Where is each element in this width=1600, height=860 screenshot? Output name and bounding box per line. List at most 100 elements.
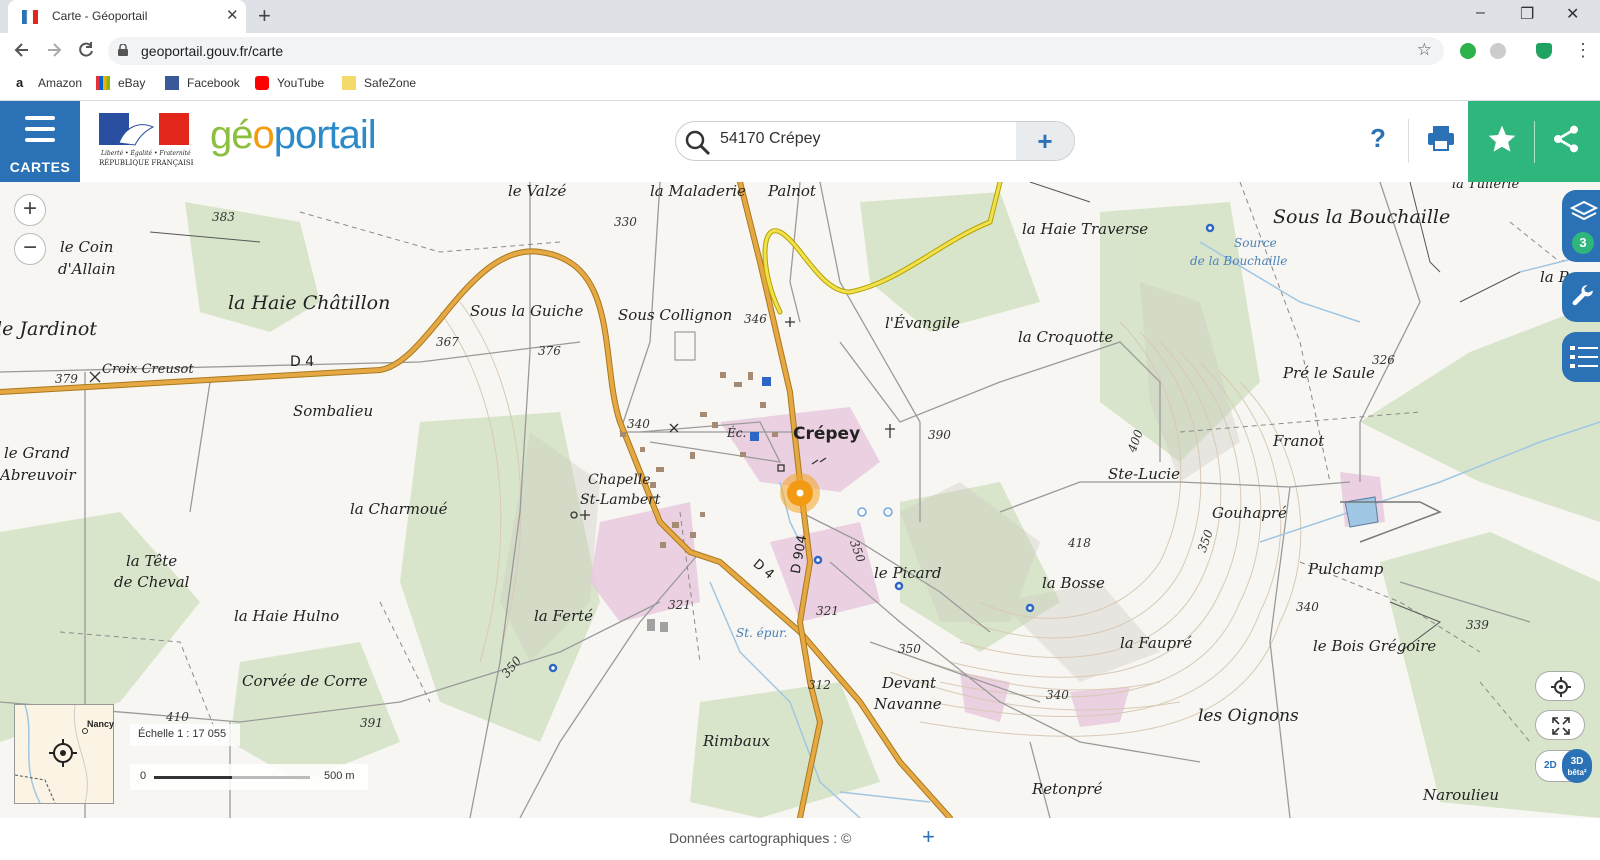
- altitude-label: 330: [614, 215, 637, 229]
- tab-close-icon[interactable]: ✕: [226, 6, 239, 24]
- browser-tab[interactable]: Carte - Géoportail ✕: [8, 0, 246, 33]
- bookmark-ebay[interactable]: eBay: [96, 76, 145, 90]
- search-icon[interactable]: [684, 129, 712, 157]
- mode-2d-label[interactable]: 2D: [1544, 760, 1557, 771]
- altitude-label: 391: [360, 716, 383, 730]
- search-box: +: [675, 121, 1075, 161]
- altitude-label: 383: [212, 210, 235, 224]
- map-place-label: la Tuilerie: [1452, 182, 1520, 192]
- map-place-label: St-Lambert: [580, 492, 661, 508]
- map-place-label: l'Évangile: [885, 314, 961, 332]
- reload-icon[interactable]: [76, 40, 96, 60]
- bookmark-amazon[interactable]: a Amazon: [16, 75, 83, 91]
- logo-part: portail: [273, 113, 377, 157]
- scale-label: Échelle 1 : 17 055: [138, 728, 227, 740]
- altitude-label: 312: [808, 678, 831, 692]
- map-view[interactable]: le Valzé la Maladerie Palnot la Haie Tra…: [0, 182, 1600, 818]
- legend-panel-button[interactable]: [1562, 332, 1600, 382]
- map-place-label: Éc.: [727, 426, 747, 440]
- map-place-label: la Haie Traverse: [1022, 220, 1149, 238]
- bookmark-safezone[interactable]: SafeZone: [342, 76, 416, 90]
- view-mode-toggle[interactable]: 2D 3D bêta²: [1535, 749, 1592, 783]
- logo-part: g: [210, 113, 232, 157]
- fullscreen-icon: [1552, 717, 1570, 735]
- scale-bar-light: [232, 776, 310, 779]
- map-place-label: St. épur.: [736, 626, 788, 640]
- map-place-label: la Haie Hulno: [234, 607, 340, 625]
- overview-minimap[interactable]: Nancy: [14, 704, 114, 804]
- scale-bar-dark: [154, 776, 232, 779]
- bookmark-label: SafeZone: [364, 76, 417, 90]
- zoom-out-button[interactable]: −: [14, 233, 46, 265]
- print-icon[interactable]: [1426, 123, 1456, 153]
- altitude-label: 367: [436, 335, 459, 349]
- header-divider: [1534, 121, 1535, 163]
- help-button[interactable]: ?: [1370, 123, 1386, 154]
- map-place-label: Abreuvoir: [0, 466, 76, 484]
- browser-menu-icon[interactable]: ⋮: [1574, 40, 1592, 61]
- forward-icon[interactable]: [44, 40, 64, 60]
- map-place-label: Gouhapré: [1212, 504, 1287, 522]
- tools-panel-button[interactable]: [1562, 272, 1600, 322]
- data-credits: Données cartographiques : ©: [669, 830, 852, 846]
- bookmark-facebook[interactable]: Facebook: [165, 76, 240, 90]
- extension-drive-icon[interactable]: [1490, 43, 1506, 59]
- geoportail-logo[interactable]: géoportail: [210, 113, 377, 158]
- map-place-label: Pulchamp: [1308, 560, 1384, 578]
- geoportail-favicon: [22, 10, 38, 24]
- address-bar-row: geoportail.gouv.fr/carte ☆ ⋮: [0, 33, 1600, 69]
- mode-3d-beta-label: bêta²: [1567, 768, 1587, 777]
- map-place-label: la Faupré: [1120, 634, 1193, 652]
- map-place-label: de Cheval: [114, 573, 190, 591]
- social-actions: [1468, 101, 1600, 182]
- map-footer: Données cartographiques : © +: [0, 818, 1600, 860]
- favorite-star-icon[interactable]: [1486, 123, 1518, 155]
- republique-francaise-logo: Liberté • Égalité • Fraternité RÉPUBLIQU…: [99, 113, 193, 167]
- altitude-label: 340: [627, 417, 650, 431]
- map-place-label: le Jardinot: [0, 318, 97, 340]
- map-place-label: Pré le Saule: [1283, 364, 1375, 382]
- back-icon[interactable]: [12, 40, 32, 60]
- advanced-search-button[interactable]: +: [1016, 122, 1074, 160]
- spring-label: Source: [1234, 236, 1277, 250]
- minimize-button[interactable]: –: [1476, 4, 1485, 22]
- layers-panel-button[interactable]: 3: [1562, 190, 1600, 262]
- close-window-button[interactable]: ✕: [1566, 4, 1579, 24]
- search-input[interactable]: [718, 129, 1008, 149]
- crosshair-icon: [1551, 677, 1571, 697]
- map-place-label: Franot: [1273, 432, 1325, 450]
- road-label: D 4: [290, 354, 315, 370]
- map-place-label: Naroulieu: [1423, 786, 1500, 804]
- mode-3d-button[interactable]: 3D bêta²: [1562, 749, 1592, 783]
- ebay-icon: [96, 76, 110, 90]
- fullscreen-button[interactable]: [1535, 710, 1585, 740]
- geolocate-button[interactable]: [1535, 671, 1585, 701]
- altitude-label: 340: [1046, 688, 1069, 702]
- map-place-label: le Bois Grégoire: [1313, 637, 1437, 655]
- bookmark-youtube[interactable]: YouTube: [255, 76, 324, 90]
- omnibox[interactable]: geoportail.gouv.fr/carte ☆: [108, 37, 1444, 65]
- scale-end-label: 500 m: [324, 770, 355, 782]
- extension-adblock-icon[interactable]: [1460, 43, 1476, 59]
- zoom-in-button[interactable]: +: [14, 194, 46, 226]
- facebook-icon: [165, 76, 179, 90]
- scale-start-label: 0: [140, 770, 147, 782]
- new-tab-button[interactable]: +: [258, 3, 271, 29]
- cartes-menu-button[interactable]: CARTES: [0, 101, 80, 182]
- logo-part: é: [231, 113, 253, 157]
- cartes-label: CARTES: [9, 159, 71, 175]
- extension-shield-icon[interactable]: [1536, 43, 1552, 59]
- map-place-label: les Oignons: [1198, 706, 1299, 726]
- map-place-label: Devant: [882, 674, 937, 692]
- map-place-label: la Charmoué: [350, 500, 448, 518]
- credits-expand-button[interactable]: +: [922, 824, 935, 850]
- altitude-label: 339: [1466, 618, 1489, 632]
- maximize-button[interactable]: ❐: [1520, 4, 1534, 24]
- logo-part: o: [252, 113, 275, 157]
- bookmark-star-icon[interactable]: ☆: [1417, 40, 1432, 60]
- amazon-icon: a: [16, 75, 24, 90]
- bookmark-label: Amazon: [38, 76, 83, 90]
- share-icon[interactable]: [1550, 123, 1582, 155]
- map-place-label: le Coin: [60, 238, 114, 256]
- map-place-label: Sous la Guiche: [470, 302, 584, 320]
